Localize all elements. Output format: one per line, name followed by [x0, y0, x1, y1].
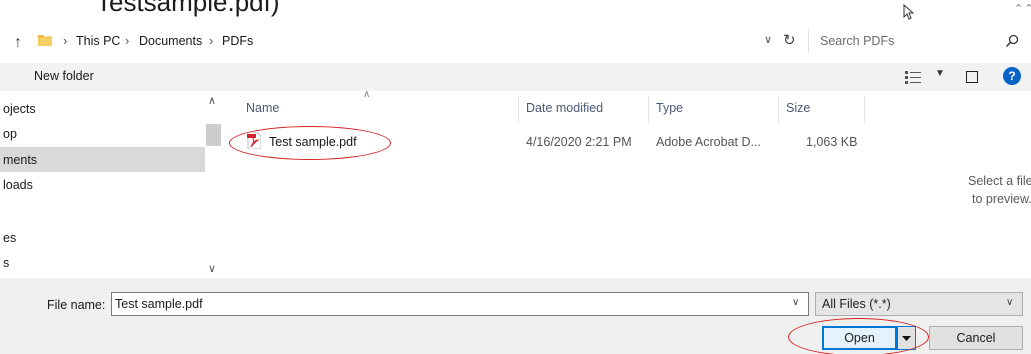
nav-item-downloads[interactable]: loads: [0, 173, 205, 197]
sort-ascending-icon: ∧: [363, 89, 371, 100]
view-options-icon[interactable]: [905, 70, 921, 84]
column-divider[interactable]: [648, 96, 649, 124]
nav-item-videos[interactable]: s: [0, 251, 205, 275]
breadcrumb-this-pc[interactable]: This PC: [76, 34, 120, 48]
breadcrumb-documents[interactable]: Documents: [139, 34, 202, 48]
scroll-down-icon[interactable]: ∨: [208, 262, 216, 275]
new-folder-button[interactable]: New folder: [34, 69, 94, 83]
nav-scrollbar[interactable]: [205, 94, 222, 278]
column-header-date[interactable]: Date modified: [526, 101, 603, 115]
preview-pane-icon[interactable]: [966, 71, 978, 83]
window-corner-icon: ⌃⌃: [1014, 3, 1031, 15]
mouse-cursor-icon: [903, 4, 915, 20]
file-date-cell: 4/16/2020 2:21 PM: [526, 135, 632, 149]
column-header-name[interactable]: Name: [246, 101, 279, 115]
address-dropdown-chevron-icon[interactable]: ∨: [764, 33, 772, 46]
preview-placeholder: Select a file to preview.: [968, 172, 1031, 208]
annotation-circle-file: [229, 126, 391, 160]
scroll-up-icon[interactable]: ∧: [208, 94, 216, 107]
cancel-button[interactable]: Cancel: [929, 326, 1023, 350]
breadcrumb-separator: ›: [125, 33, 130, 48]
command-bar: [0, 63, 1031, 91]
file-name-input[interactable]: Test sample.pdf: [111, 292, 809, 316]
column-divider[interactable]: [778, 96, 779, 124]
breadcrumb-separator: ›: [63, 33, 68, 48]
file-size-cell: 1,063 KB: [806, 135, 858, 149]
search-placeholder: Search PDFs: [820, 34, 895, 48]
preview-line-1: Select a file: [968, 174, 1031, 188]
nav-item-documents[interactable]: ments: [0, 148, 205, 172]
refresh-icon[interactable]: ↻: [783, 31, 796, 49]
folder-icon: [38, 35, 52, 46]
file-open-dialog: Testsample.pdf) ⌃⌃ ↑ › This PC › Documen…: [0, 0, 1031, 354]
up-arrow-icon[interactable]: ↑: [10, 35, 26, 51]
search-icon[interactable]: [1005, 34, 1019, 48]
column-header-size[interactable]: Size: [786, 101, 810, 115]
file-name-label: File name:: [47, 298, 106, 312]
nav-item-objects[interactable]: ojects: [0, 97, 205, 121]
filter-dropdown-chevron-icon[interactable]: ∨: [1006, 297, 1013, 308]
nav-item-desktop[interactable]: op: [0, 122, 205, 146]
file-name-dropdown-chevron-icon[interactable]: ∨: [792, 297, 799, 308]
column-divider[interactable]: [518, 96, 519, 124]
column-header-type[interactable]: Type: [656, 101, 683, 115]
file-type-cell: Adobe Acrobat D...: [656, 135, 761, 149]
nav-scroll-thumb[interactable]: [206, 124, 221, 146]
preview-line-2: to preview.: [972, 192, 1031, 206]
column-divider[interactable]: [864, 96, 865, 124]
breadcrumb-pdfs[interactable]: PDFs: [222, 34, 253, 48]
caption-text: Testsample.pdf): [96, 0, 280, 17]
breadcrumb-separator: ›: [209, 33, 214, 48]
annotation-circle-open: [788, 318, 929, 354]
file-type-filter-select[interactable]: All Files (*.*): [815, 292, 1023, 316]
nav-item-pictures[interactable]: es: [0, 226, 205, 250]
view-dropdown-chevron-icon[interactable]: ▼: [935, 68, 945, 79]
help-icon[interactable]: ?: [1003, 67, 1021, 85]
